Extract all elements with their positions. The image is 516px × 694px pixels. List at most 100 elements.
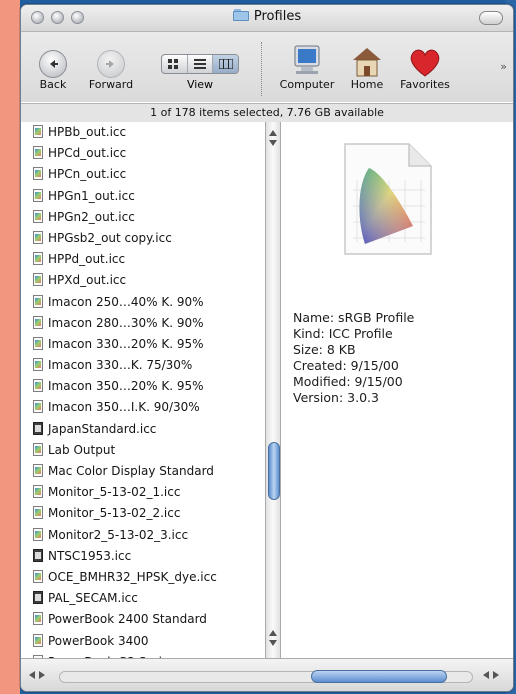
file-list-item[interactable]: PowerBook 3400 [21, 631, 265, 652]
file-name-label: HPPd_out.icc [48, 252, 126, 267]
file-name-label: OCE_BMHR32_HPSK_dye.icc [48, 569, 217, 584]
icc-profile-icon [33, 400, 43, 414]
file-name-label: Mac Color Display Standard [48, 464, 214, 478]
forward-icon [97, 50, 125, 78]
file-list-item[interactable]: Lab Output [21, 440, 265, 461]
scroll-up-arrow-icon[interactable] [269, 130, 277, 136]
document-icon [33, 591, 43, 605]
forward-label: Forward [88, 78, 134, 91]
file-list-item[interactable]: PowerBook 2400 Standard [21, 609, 265, 630]
scroll-up-arrow-icon[interactable] [269, 630, 277, 636]
file-name-label: HPGsb2_out copy.icc [48, 230, 172, 245]
file-list-item[interactable]: Monitor_5-13-02_1.icc [21, 482, 265, 503]
icc-profile-icon [33, 188, 43, 202]
icc-profile-icon [33, 167, 43, 181]
icc-profile-icon [33, 252, 43, 266]
file-name-label: HPBb_out.icc [48, 125, 127, 139]
file-name-label: HPGn1_out.icc [48, 188, 135, 203]
scroll-left-arrow-icon[interactable] [29, 671, 35, 679]
forward-button[interactable]: Forward [89, 32, 133, 102]
toolbar-overflow-icon[interactable]: » [500, 60, 507, 73]
icc-profile-icon [33, 464, 43, 477]
info-kind: Kind: ICC Profile [293, 326, 393, 341]
back-button[interactable]: Back [39, 32, 67, 102]
icc-profile-icon [33, 146, 43, 160]
file-list-item[interactable]: HPPd_out.icc [21, 249, 265, 270]
toolbar-separator [261, 42, 263, 96]
file-list-item[interactable]: Imacon 280…30% K. 90% [21, 313, 265, 334]
back-icon [39, 50, 67, 78]
file-list-item[interactable]: JapanStandard.icc [21, 419, 265, 440]
file-list-item[interactable]: Imacon 250…40% K. 90% [21, 292, 265, 313]
file-list-item[interactable]: HPGn2_out.icc [21, 207, 265, 228]
icc-profile-icon [33, 569, 43, 583]
file-list-item[interactable]: Imacon 350…20% K. 95% [21, 376, 265, 397]
icc-profile-icon [33, 230, 43, 244]
file-name-label: Monitor_5-13-02_1.icc [48, 485, 181, 500]
file-list-item[interactable]: Imacon 330…20% K. 95% [21, 334, 265, 355]
file-list-item[interactable]: NTSC1953.icc [21, 546, 265, 567]
vertical-scroll-thumb[interactable] [268, 442, 280, 500]
icc-profile-icon [33, 209, 43, 223]
list-vertical-scrollbar[interactable] [265, 122, 281, 658]
icc-profile-icon [33, 315, 43, 329]
file-list-item[interactable]: HPBb_out.icc [21, 122, 265, 143]
toolbar: Back Forward View Computer Home Favorite… [21, 32, 513, 102]
file-list-item[interactable]: HPGsb2_out copy.icc [21, 228, 265, 249]
info-name: Name: sRGB Profile [293, 310, 415, 325]
icc-profile-icon [33, 336, 43, 350]
icc-profile-icon [33, 379, 43, 393]
view-mode-control[interactable] [161, 54, 239, 74]
icc-profile-icon [33, 294, 43, 308]
column-view-icon[interactable] [213, 55, 238, 73]
home-icon [347, 44, 387, 80]
file-list-item[interactable]: Monitor_5-13-02_2.icc [21, 503, 265, 524]
document-icon [33, 548, 43, 562]
file-list-item[interactable]: HPGn1_out.icc [21, 186, 265, 207]
icc-profile-icon [33, 125, 43, 138]
favorites-label: Favorites [400, 78, 450, 91]
icc-profile-icon [33, 612, 43, 626]
toolbar-toggle-button[interactable] [479, 11, 503, 25]
list-view-icon[interactable] [188, 55, 214, 73]
file-list-item[interactable]: HPXd_out.icc [21, 270, 265, 291]
file-list-column[interactable]: HPBb_out.icc HPCd_out.icc HPCn_out.icc HPGn… [21, 122, 265, 658]
file-list-item[interactable]: Imacon 330…K. 75/30% [21, 355, 265, 376]
scroll-right-arrow-icon[interactable] [493, 671, 499, 679]
file-name-label: Monitor_5-13-02_2.icc [48, 506, 181, 521]
status-bar: 1 of 178 items selected, 7.76 GB availab… [21, 103, 513, 123]
finder-window: Profiles Back Forward View Computer Home… [20, 4, 514, 692]
file-name-label: HPCd_out.icc [48, 146, 127, 161]
preview-column: Name: sRGB Profile Kind: ICC Profile Siz… [281, 122, 513, 658]
home-button[interactable]: Home [347, 32, 387, 102]
horizontal-scrollbar[interactable] [21, 658, 513, 691]
scroll-left-arrow-icon[interactable] [483, 671, 489, 679]
scroll-right-arrow-icon[interactable] [39, 671, 45, 679]
title-bar[interactable]: Profiles [21, 5, 513, 32]
file-list-item[interactable]: HPCn_out.icc [21, 164, 265, 185]
file-list-item[interactable]: PAL_SECAM.icc [21, 588, 265, 609]
view-label: View [186, 78, 214, 91]
file-name-label: Lab Output [48, 442, 116, 457]
file-list-item[interactable]: Monitor2_5-13-02_3.icc [21, 525, 265, 546]
file-list-item[interactable]: Mac Color Display Standard [21, 461, 265, 482]
file-list-item[interactable]: HPCd_out.icc [21, 143, 265, 164]
file-name-label: Imacon 330…K. 75/30% [48, 358, 193, 373]
file-name-label: HPGn2_out.icc [48, 209, 135, 224]
icc-profile-icon [33, 633, 43, 647]
file-info: Name: sRGB Profile Kind: ICC Profile Siz… [293, 310, 414, 406]
favorites-button[interactable]: Favorites [400, 32, 450, 102]
scroll-down-arrow-icon[interactable] [269, 640, 277, 646]
file-name-label: HPCn_out.icc [48, 167, 127, 182]
file-list-item[interactable]: OCE_BMHR32_HPSK_dye.icc [21, 567, 265, 588]
horizontal-scroll-thumb[interactable] [311, 670, 447, 683]
file-name-label: Imacon 350…20% K. 95% [48, 379, 204, 394]
info-modified: Modified: 9/15/00 [293, 374, 403, 389]
info-version: Version: 3.0.3 [293, 390, 379, 405]
file-list-item[interactable]: Imacon 350…I.K. 90/30% [21, 397, 265, 418]
icon-view-icon[interactable] [162, 55, 188, 73]
heart-icon [405, 44, 445, 80]
desktop-left-strip [0, 0, 20, 694]
scroll-down-arrow-icon[interactable] [269, 140, 277, 146]
computer-button[interactable]: Computer [280, 32, 334, 102]
